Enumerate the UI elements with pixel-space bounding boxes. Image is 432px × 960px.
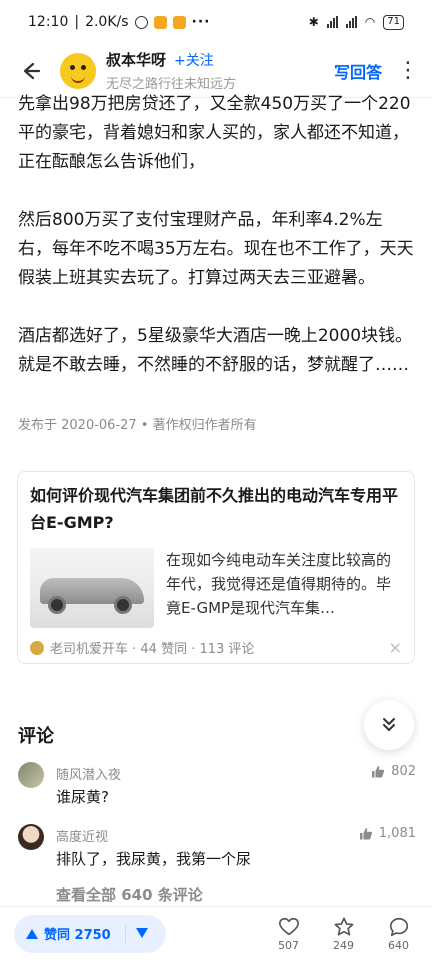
answer-paragraph: 酒店都选好了，5星级豪华大酒店一晚上2000块钱。就是不敢去睡，不然睡的不舒服的…: [18, 326, 413, 375]
answer-paragraph: 先拿出98万把房贷还了，又全款450万买了一个220平的豪宅，背着媳妇和家人买的…: [18, 94, 411, 172]
heart-icon: [278, 917, 299, 935]
status-time: 12:10: [28, 14, 69, 30]
answer-paragraph: 然后800万买了支付宝理财产品，年利率4.2%左右，每年不吃不喝35万左右。现在…: [18, 210, 414, 288]
signal-icon: [326, 16, 338, 28]
comments-heading: 评论: [18, 726, 54, 747]
source-avatar-icon: [30, 640, 44, 655]
downvote-button[interactable]: [135, 926, 148, 942]
comment-like-button[interactable]: 1,081: [359, 826, 416, 841]
star-icon: [333, 916, 354, 936]
comment-text: 谁尿黄?: [56, 788, 109, 806]
upvote-button[interactable]: 赞同 2750: [14, 924, 111, 943]
comment-bubble-icon: [389, 917, 408, 936]
more-notifications-icon: ···: [191, 14, 211, 30]
collapse-button[interactable]: [364, 700, 414, 750]
commenter-name[interactable]: 随风潜入夜: [56, 764, 121, 783]
author-info: 叔本华呀 +关注 无尽之路行往未知远方: [106, 49, 334, 92]
commenter-avatar[interactable]: [18, 824, 44, 850]
close-icon[interactable]: ×: [389, 638, 402, 657]
comment-like-count: 1,081: [378, 826, 416, 841]
more-options-icon[interactable]: ⋮: [394, 59, 422, 82]
commenter-name[interactable]: 高度近视: [56, 826, 108, 845]
follow-button[interactable]: +关注: [174, 50, 214, 70]
app-notification-icon: [153, 15, 167, 29]
status-bar: 12:10 | 2.0K/s ··· ✱ ◠ 71: [0, 0, 432, 44]
status-separator: |: [74, 14, 80, 30]
author-avatar[interactable]: [60, 52, 96, 89]
comment-item[interactable]: 高度近视 排队了，我尿黄，我第一个尿 1,081: [18, 824, 416, 874]
vote-divider: [124, 924, 126, 943]
upvote-label: 赞同 2750: [44, 928, 111, 943]
back-arrow-icon[interactable]: [0, 60, 60, 82]
signal-icon-2: [345, 16, 357, 28]
comment-like-count: 802: [391, 764, 416, 779]
like-button[interactable]: 507: [261, 916, 316, 952]
write-answer-button[interactable]: 写回答: [334, 59, 382, 83]
favorite-count: 249: [333, 938, 354, 952]
favorite-button[interactable]: 249: [316, 916, 371, 952]
wifi-icon: ◠: [364, 15, 376, 29]
triangle-up-icon: [26, 928, 38, 939]
related-question-footer: 老司机爱开车 · 44 赞同 · 113 评论: [50, 642, 255, 657]
answer-content: 先拿出98万把房贷还了，又全款450万买了一个220平的豪宅，背着媳妇和家人买的…: [18, 90, 416, 409]
battery-icon: 71: [383, 14, 404, 30]
triangle-down-icon: [135, 927, 148, 938]
car-thumbnail-image: [30, 548, 154, 628]
author-name[interactable]: 叔本华呀: [106, 49, 166, 70]
like-count: 507: [278, 938, 299, 952]
comment-like-button[interactable]: 802: [371, 764, 416, 779]
commenter-avatar[interactable]: [18, 762, 44, 788]
view-all-comments-link[interactable]: 查看全部 640 条评论: [56, 884, 203, 905]
related-question-excerpt: 在现如今纯电动车关注度比较高的年代，我觉得还是值得期待的。毕竟E-GMP是现代汽…: [166, 551, 392, 617]
comment-text: 排队了，我尿黄，我第一个尿: [56, 850, 252, 868]
double-chevron-down-icon: [383, 718, 395, 731]
comment-count: 640: [388, 938, 409, 952]
comment-item[interactable]: 随风潜入夜 谁尿黄? 802: [18, 762, 416, 812]
vote-control: 赞同 2750: [14, 914, 166, 953]
thumbs-up-icon: [372, 766, 385, 778]
related-question-title[interactable]: 如何评价现代汽车集团前不久推出的电动汽车专用平台E-GMP?: [30, 482, 402, 536]
bottom-action-bar: 赞同 2750 507 249 640: [0, 906, 432, 960]
thumbs-up-icon: [359, 828, 372, 840]
comment-button[interactable]: 640: [371, 916, 426, 952]
alarm-icon: [134, 15, 148, 29]
bluetooth-icon: ✱: [308, 15, 319, 29]
publish-meta: 发布于 2020-06-27 • 著作权归作者所有: [18, 418, 257, 433]
network-speed: 2.0K/s: [85, 14, 129, 30]
app-notification-icon-2: [172, 15, 186, 29]
related-question-card[interactable]: 如何评价现代汽车集团前不久推出的电动汽车专用平台E-GMP? 在现如今纯电动车关…: [17, 471, 415, 664]
